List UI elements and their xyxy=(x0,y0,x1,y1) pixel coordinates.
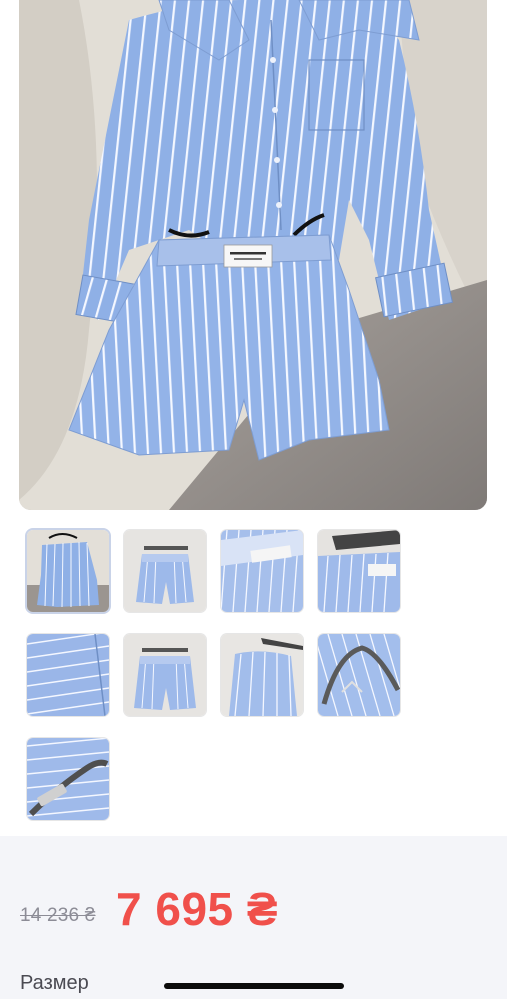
thumbnail-image xyxy=(27,738,109,820)
main-product-image[interactable] xyxy=(19,0,487,510)
home-indicator xyxy=(164,983,344,989)
thumbnail-image xyxy=(221,634,303,716)
thumbnail-4[interactable] xyxy=(318,530,400,612)
thumbnail-image xyxy=(318,634,400,716)
thumbnail-7[interactable] xyxy=(221,634,303,716)
thumbnail-image xyxy=(27,530,109,612)
thumbnail-image xyxy=(221,530,303,612)
thumbnail-image xyxy=(124,634,206,716)
thumbnail-6[interactable] xyxy=(124,634,206,716)
thumbnail-image xyxy=(318,530,400,612)
thumbnail-8[interactable] xyxy=(318,634,400,716)
size-label: Размер xyxy=(20,972,89,994)
thumbnail-image xyxy=(27,634,109,716)
thumbnail-image xyxy=(124,530,206,612)
old-price: 14 236 ₴ xyxy=(20,905,96,926)
product-photo xyxy=(19,0,487,510)
thumbnail-1[interactable] xyxy=(27,530,109,612)
thumbnail-2[interactable] xyxy=(124,530,206,612)
thumbnail-3[interactable] xyxy=(221,530,303,612)
thumbnail-5[interactable] xyxy=(27,634,109,716)
thumbnail-9[interactable] xyxy=(27,738,109,820)
current-price: 7 695 ₴ xyxy=(116,883,279,935)
